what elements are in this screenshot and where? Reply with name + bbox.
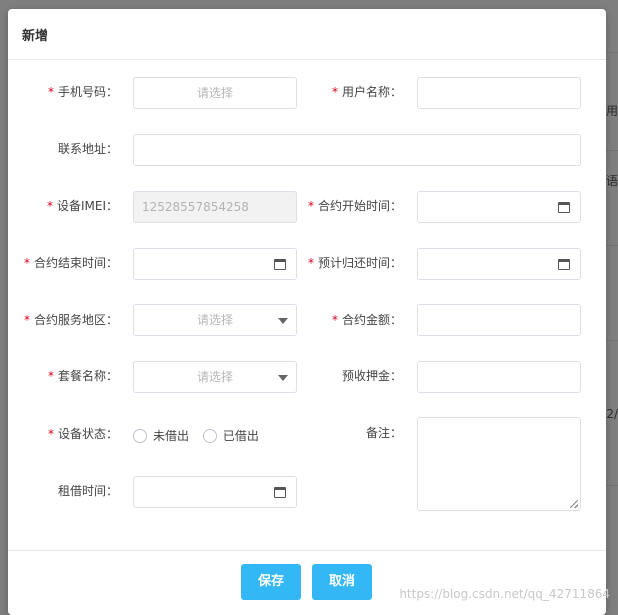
address-label: 联系地址：	[57, 142, 118, 156]
required-mark: *	[307, 199, 314, 213]
service-area-placeholder: 请选择	[196, 313, 233, 327]
device-status-label: * 设备状态：	[47, 427, 118, 441]
deposit-input[interactable]	[417, 361, 581, 393]
device-status-radio-group: 未借出 已借出	[133, 425, 269, 445]
username-input[interactable]	[417, 77, 581, 109]
calendar-icon[interactable]	[558, 259, 570, 270]
required-mark: *	[331, 85, 338, 99]
address-input[interactable]	[133, 134, 581, 166]
service-area-label: * 合约服务地区：	[23, 313, 118, 327]
calendar-icon[interactable]	[274, 259, 286, 270]
imei-input[interactable]: 12528557854258	[133, 191, 297, 223]
save-button[interactable]: 保存	[241, 564, 301, 600]
caret-down-icon[interactable]	[278, 318, 288, 324]
remark-textarea[interactable]	[417, 417, 581, 511]
contract-start-label: * 合约开始时间：	[307, 199, 402, 213]
calendar-icon[interactable]	[558, 202, 570, 213]
required-mark: *	[46, 199, 53, 213]
required-mark: *	[331, 313, 338, 327]
radio-not-lent[interactable]	[133, 428, 147, 443]
calendar-icon[interactable]	[274, 487, 286, 498]
contract-start-picker[interactable]	[417, 191, 581, 223]
imei-label: * 设备IMEI：	[46, 199, 118, 213]
required-mark: *	[23, 313, 30, 327]
rent-time-picker[interactable]	[133, 476, 297, 508]
cancel-button[interactable]: 取消	[312, 564, 372, 600]
contract-amount-label: * 合约金额：	[331, 313, 402, 327]
radio-not-lent-label[interactable]: 未借出	[153, 426, 189, 446]
dialog-title: 新增	[22, 29, 49, 44]
caret-down-icon[interactable]	[278, 375, 288, 381]
title-divider	[8, 59, 606, 60]
required-mark: *	[47, 427, 54, 441]
required-mark: *	[47, 369, 54, 383]
radio-lent[interactable]	[202, 428, 217, 443]
required-mark: *	[47, 85, 54, 99]
radio-lent-label[interactable]: 已借出	[223, 426, 259, 446]
package-select[interactable]: 请选择	[133, 361, 297, 393]
resize-handle-icon[interactable]	[570, 500, 578, 508]
return-time-label: * 预计归还时间：	[307, 256, 402, 270]
imei-value: 12528557854258	[142, 200, 249, 214]
phone-select[interactable]: 请选择	[133, 77, 297, 109]
required-mark: *	[23, 256, 30, 270]
footer-divider	[8, 550, 606, 551]
phone-label: * 手机号码：	[47, 85, 118, 99]
deposit-label: 预收押金：	[341, 369, 402, 383]
service-area-select[interactable]: 请选择	[133, 304, 297, 336]
package-placeholder: 请选择	[196, 370, 233, 384]
username-label: * 用户名称：	[331, 85, 402, 99]
required-mark: *	[307, 256, 314, 270]
contract-end-label: * 合约结束时间：	[23, 256, 118, 270]
remark-label: 备注：	[365, 426, 402, 440]
contract-end-picker[interactable]	[133, 248, 297, 280]
contract-amount-input[interactable]	[417, 304, 581, 336]
add-dialog: 新增 * 手机号码： 请选择 * 用户名称： 联系地址： * 设备IMEI： 1252…	[8, 9, 606, 615]
rent-time-label: 租借时间：	[57, 484, 118, 498]
watermark: https://blog.csdn.net/qq_42711864	[399, 587, 610, 601]
return-time-picker[interactable]	[417, 248, 581, 280]
package-label: * 套餐名称：	[47, 369, 118, 383]
phone-placeholder: 请选择	[196, 86, 233, 100]
